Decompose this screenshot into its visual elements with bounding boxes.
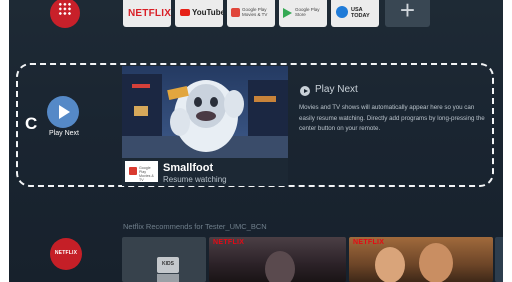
program-card-info[interactable]: Google Play Movies & TV Smallfoot Resume… — [122, 158, 288, 186]
play-icon — [59, 105, 70, 119]
google-play-movies-icon — [129, 167, 137, 175]
poster-figure — [375, 247, 405, 282]
netflix-badge: NETFLIX — [213, 239, 245, 246]
netflix-logo: NETFLIX — [128, 8, 171, 19]
kids-badge: KIDS — [157, 257, 179, 273]
poster-figure — [419, 243, 453, 282]
google-play-movies-badge: Google Play Movies & TV — [125, 161, 158, 182]
recommendation-card[interactable]: NETFLIX — [349, 237, 493, 282]
program-title: Smallfoot — [163, 162, 214, 174]
app-tile-youtube[interactable]: YouTube — [175, 0, 223, 27]
recommendation-card-partial[interactable] — [495, 237, 503, 282]
youtube-logo: YouTube — [192, 8, 223, 17]
app-tile-label: Google Play Movies & TV — [242, 7, 268, 17]
app-tile-label: USA TODAY — [351, 7, 370, 19]
google-play-store-icon — [283, 8, 292, 18]
app-tile-google-play-store[interactable]: Google Play Store — [279, 0, 327, 27]
program-thumbnail-smallfoot[interactable] — [122, 66, 288, 158]
poster-figure — [265, 251, 295, 282]
recommendation-card[interactable]: NETFLIX — [209, 237, 346, 282]
youtube-play-icon — [180, 9, 190, 16]
app-tile-usa-today[interactable]: USA TODAY — [331, 0, 379, 27]
play-icon — [303, 88, 308, 93]
netflix-channel-button[interactable]: NETFLIX — [50, 238, 82, 270]
apps-grid-button[interactable] — [50, 0, 80, 28]
play-next-channel-button[interactable] — [47, 96, 79, 128]
netflix-channel-label: NETFLIX — [54, 250, 78, 256]
app-tile-netflix[interactable]: NETFLIX — [123, 0, 171, 27]
smallfoot-artwork — [122, 66, 288, 158]
play-next-description: Movies and TV shows will automatically a… — [299, 104, 485, 132]
android-tv-home-screen: NETFLIX YouTube Google Play Movies & TV … — [9, 0, 503, 282]
add-app-button[interactable]: + — [385, 0, 430, 27]
app-tile-label: Google Play Store — [295, 7, 320, 17]
google-play-movies-icon — [231, 8, 240, 17]
recommendations-row-title: Netflix Recommends for Tester_UMC_BCN — [123, 222, 267, 231]
app-tile-google-play-movies[interactable]: Google Play Movies & TV — [227, 0, 275, 27]
kids-label: KIDS — [162, 261, 174, 267]
recommendation-card[interactable]: KIDS — [122, 237, 206, 282]
plus-icon: + — [399, 0, 416, 25]
program-subtitle: Resume watching — [163, 175, 227, 184]
play-next-heading: Play Next — [315, 84, 358, 95]
play-next-heading-icon — [300, 86, 310, 96]
usa-today-icon — [336, 6, 348, 18]
kids-decoration — [157, 274, 179, 282]
grid-icon — [58, 2, 72, 16]
badge-label: Google Play Movies & TV — [139, 166, 154, 182]
play-next-channel-label: Play Next — [49, 130, 79, 137]
netflix-badge: NETFLIX — [353, 239, 385, 246]
